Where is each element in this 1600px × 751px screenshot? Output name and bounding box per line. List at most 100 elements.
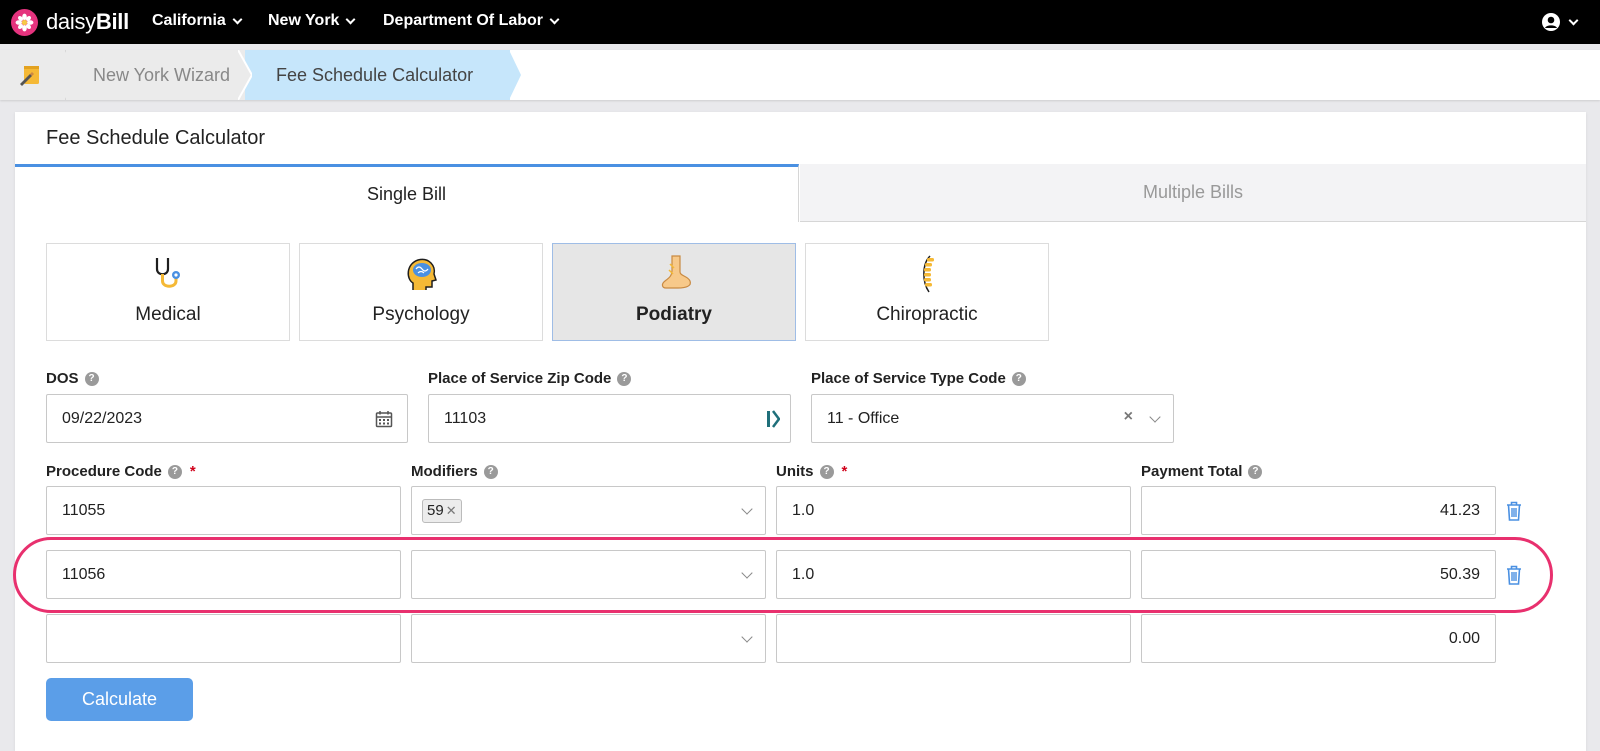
autofill-icon[interactable] [766,409,780,429]
required-asterisk: * [189,463,196,480]
payment-total-value: 41.23 [1439,501,1480,519]
trash-icon[interactable] [1506,501,1522,521]
tab-multiple-bills[interactable]: Multiple Bills [800,164,1586,222]
nav-california[interactable]: California [152,12,243,30]
chevron-down-icon [1568,15,1579,25]
help-icon[interactable]: ? [1011,371,1026,386]
calculate-button[interactable]: Calculate [46,678,193,721]
top-nav: daisyBill California New York Department… [0,0,1600,44]
modifiers-label-text: Modifiers [411,463,478,480]
chevron-down-icon [232,14,243,24]
chevron-down-icon[interactable] [741,567,753,579]
calculate-button-label: Calculate [81,689,158,709]
specialty-psychology[interactable]: Psychology [299,243,543,341]
procedure-code-label-text: Procedure Code [46,463,162,480]
units-label: Units ? * [776,463,847,480]
breadcrumb-current: Fee Schedule Calculator [245,50,510,100]
modifier-tag[interactable]: 59 ✕ [422,498,462,523]
dos-value: 09/22/2023 [62,409,143,427]
units-input[interactable] [776,614,1131,663]
tab-single-bill-label: Single Bill [366,184,447,204]
help-icon[interactable]: ? [1248,464,1263,479]
nav-california-label: California [152,12,226,29]
pos-type-value: 11 - Office [827,409,900,427]
payment-total-value: 50.39 [1439,565,1480,583]
specialty-podiatry-label: Podiatry [635,304,713,325]
user-menu[interactable] [1541,12,1579,32]
nav-department-of-labor[interactable]: Department Of Labor [383,12,560,30]
modifier-tag-label: 59 [427,502,444,519]
help-icon[interactable]: ? [483,464,498,479]
chevron-down-icon [549,14,560,24]
nav-dol-label: Department Of Labor [383,12,544,29]
help-icon[interactable]: ? [819,464,834,479]
brain-head-icon [407,258,437,290]
specialty-chiropractic-label: Chiropractic [876,304,978,325]
breadcrumb-separator [238,50,252,100]
zip-label-text: Place of Service Zip Code [428,370,612,387]
procedure-code-input[interactable]: 11056 [46,550,401,599]
specialty-medical-label: Medical [135,304,201,325]
nav-new-york-label: New York [268,12,340,29]
zip-value: 11103 [444,409,487,427]
modifiers-select[interactable] [411,550,766,599]
help-icon[interactable]: ? [617,371,632,386]
units-input[interactable]: 1.0 [776,486,1131,535]
specialty-podiatry[interactable]: Podiatry [552,243,796,341]
payment-total-field: 0.00 [1141,614,1496,663]
clear-icon[interactable]: × [1124,408,1133,426]
payment-total-label-text: Payment Total [1141,463,1243,480]
zip-label: Place of Service Zip Code ? [428,370,632,387]
procedure-code-input[interactable] [46,614,401,663]
chevron-down-icon[interactable] [741,503,753,515]
pos-type-label: Place of Service Type Code ? [811,370,1026,387]
chevron-down-icon [345,14,356,24]
breadcrumb: New York Wizard Fee Schedule Calculator [0,50,1600,100]
modifiers-select[interactable]: 59 ✕ [411,486,766,535]
procedure-code-label: Procedure Code ? * [46,463,196,480]
trash-icon[interactable] [1506,565,1522,585]
logo-text-suffix: Bill [95,9,129,34]
spine-icon [923,255,934,293]
procedure-code-value: 11056 [62,565,106,583]
specialty-medical[interactable]: Medical [46,243,290,341]
logo-text: daisyBill [46,9,129,35]
remove-tag-icon[interactable]: ✕ [446,503,457,519]
nav-new-york[interactable]: New York [268,12,356,30]
zip-code-field[interactable]: 11103 [428,394,791,443]
help-icon[interactable]: ? [167,464,182,479]
dos-label-text: DOS [46,370,79,387]
chevron-down-icon[interactable] [1149,411,1161,423]
pos-type-label-text: Place of Service Type Code [811,370,1006,387]
payment-total-field: 41.23 [1141,486,1496,535]
page-title: Fee Schedule Calculator [46,127,266,149]
tab-single-bill[interactable]: Single Bill [15,164,799,222]
breadcrumb-new-york-wizard[interactable]: New York Wizard [66,50,246,100]
units-value: 1.0 [792,501,815,519]
required-asterisk: * [841,463,848,480]
user-circle-icon [1542,13,1560,31]
specialty-chiropractic[interactable]: Chiropractic [805,243,1049,341]
breadcrumb-home[interactable] [0,50,66,100]
daisybill-logo[interactable]: daisyBill [11,8,129,36]
units-input[interactable]: 1.0 [776,550,1131,599]
payment-total-label: Payment Total ? [1141,463,1263,480]
payment-total-value: 0.00 [1448,629,1480,647]
logo-text-prefix: daisy [46,9,96,34]
breadcrumb-current-label: Fee Schedule Calculator [276,65,474,85]
procedure-code-input[interactable]: 11055 [46,486,401,535]
breadcrumb-new-york-wizard-label: New York Wizard [93,65,231,85]
units-value: 1.0 [792,565,815,583]
procedure-code-value: 11055 [62,501,106,519]
pencil-note-icon [20,66,39,86]
chevron-down-icon[interactable] [741,631,753,643]
modifiers-select[interactable] [411,614,766,663]
help-icon[interactable]: ? [84,371,99,386]
daisy-flower-icon [11,8,38,36]
calendar-icon[interactable] [375,410,393,428]
modifiers-label: Modifiers ? [411,463,498,480]
dos-field[interactable]: 09/22/2023 [46,394,408,443]
units-label-text: Units [776,463,814,480]
tab-multiple-bills-label: Multiple Bills [1142,182,1244,202]
pos-type-select[interactable]: 11 - Office × [811,394,1174,443]
